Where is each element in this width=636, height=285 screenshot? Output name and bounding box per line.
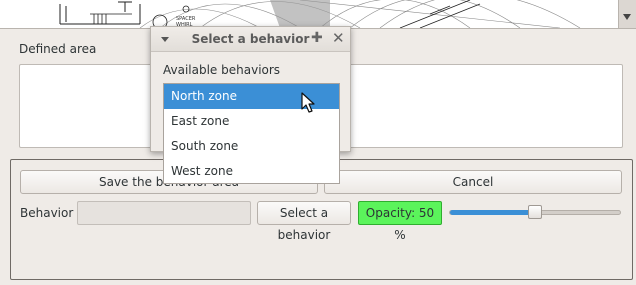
map-drawing: SPACER WHIRL — [59, 0, 581, 28]
available-behaviors-label: Available behaviors — [163, 63, 281, 77]
map-preview[interactable]: SPACER WHIRL — [0, 0, 636, 29]
opacity-indicator: Opacity: 50 % — [358, 201, 442, 242]
cancel-button[interactable]: Cancel — [324, 170, 622, 194]
opacity-slider-handle[interactable] — [528, 205, 542, 219]
dropdown-item-south-zone[interactable]: South zone — [164, 134, 339, 159]
close-icon[interactable]: ✕ — [332, 29, 345, 47]
defined-area-label: Defined area — [19, 42, 97, 56]
behavior-field[interactable] — [77, 201, 251, 225]
scroll-down-arrow-icon[interactable] — [623, 14, 631, 20]
opacity-slider-fill — [450, 210, 533, 215]
map-scrollbar[interactable] — [618, 0, 636, 28]
dialog-titlebar[interactable]: Select a behavior ✚ ✕ — [151, 27, 350, 52]
maximize-icon[interactable]: ✚ — [311, 30, 323, 46]
behavior-label: Behavior — [20, 206, 74, 220]
select-behavior-button[interactable]: Select a behavior — [257, 201, 351, 242]
mouse-cursor-icon — [301, 92, 315, 113]
dropdown-item-west-zone[interactable]: West zone — [164, 159, 339, 184]
